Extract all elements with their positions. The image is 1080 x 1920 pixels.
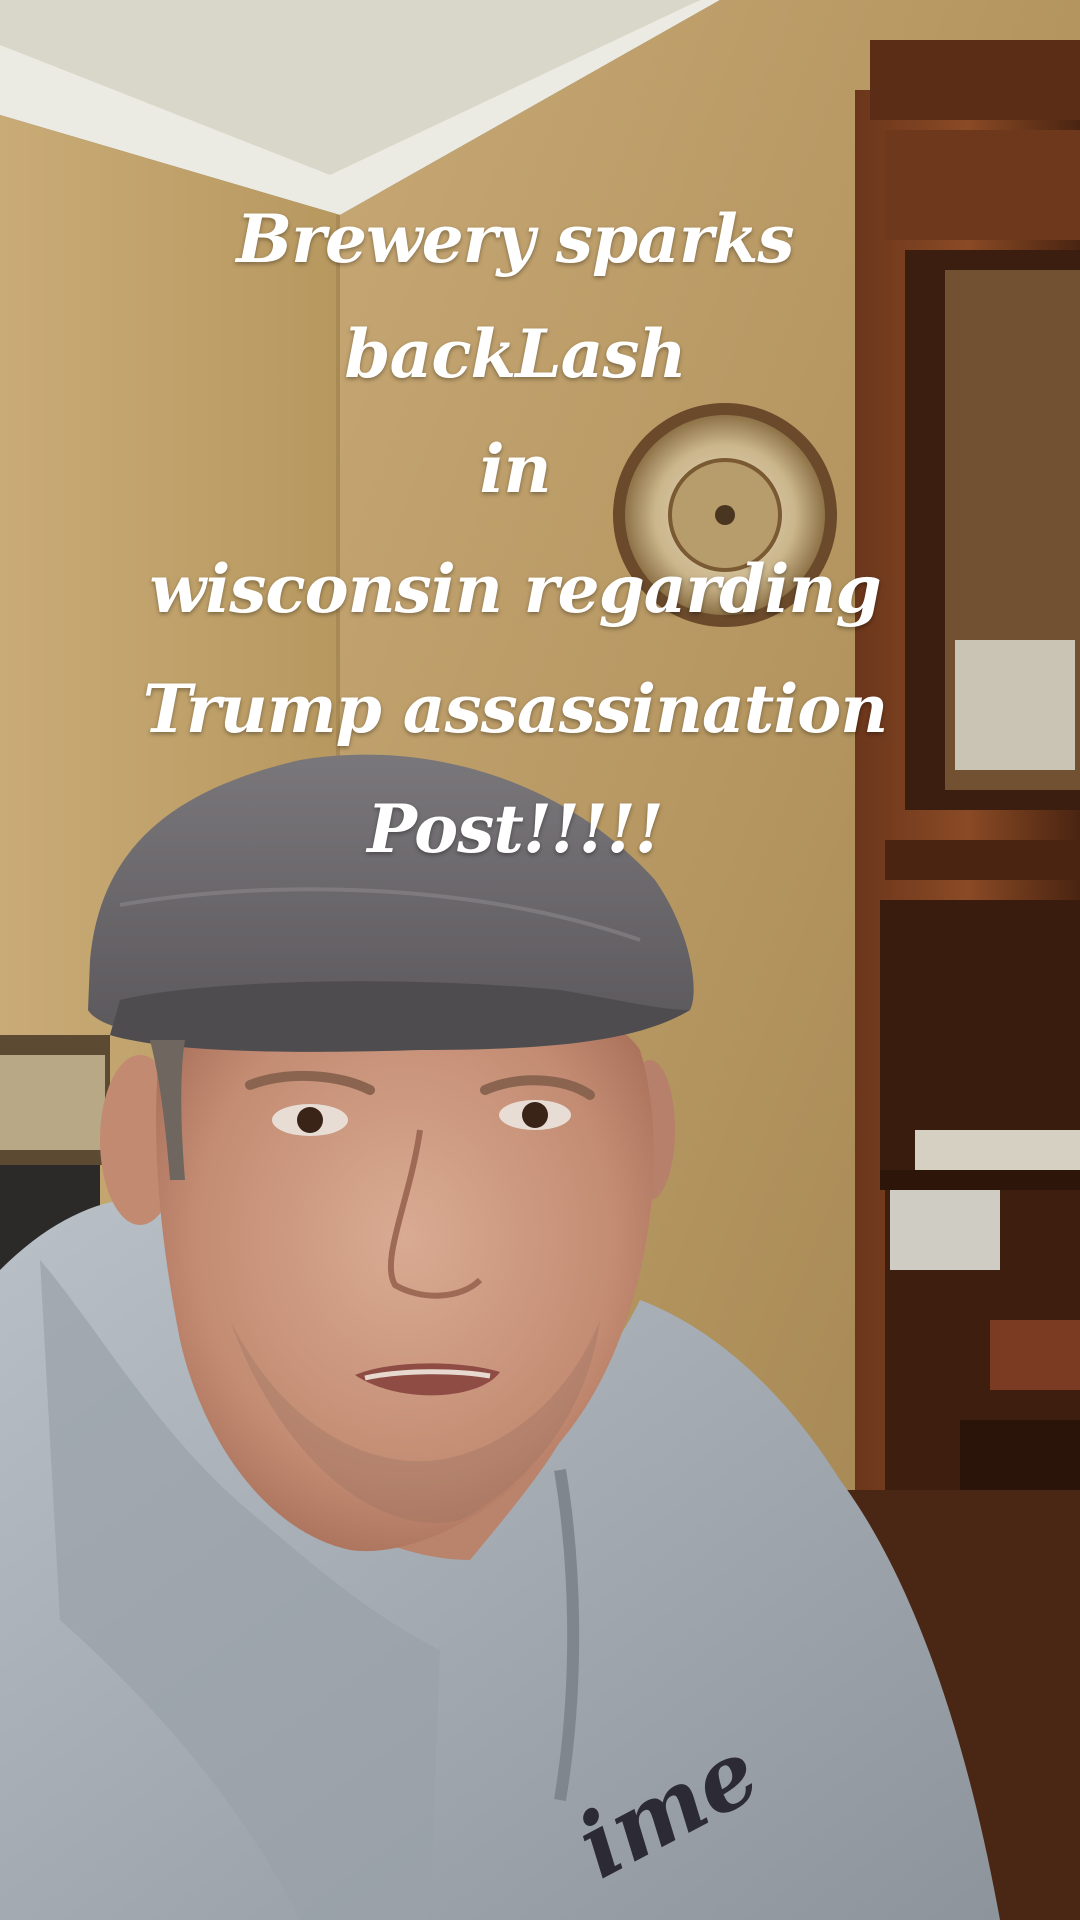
overlay-caption-line-3: in [479, 430, 551, 508]
overlay-caption-line-6: Post!!!!! [367, 790, 663, 868]
overlay-caption-line-4: wisconsin regarding [149, 550, 881, 628]
overlay-caption-line-1: Brewery sparks [236, 200, 794, 278]
overlay-caption-line-2: backLash [344, 315, 686, 393]
overlay-caption-line-5: Trump assassination [142, 670, 889, 748]
